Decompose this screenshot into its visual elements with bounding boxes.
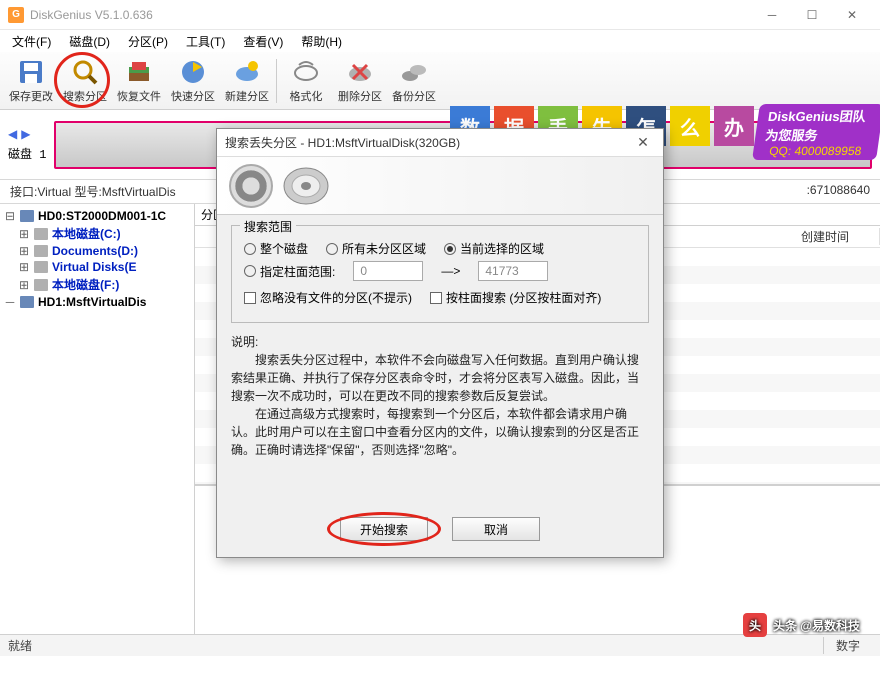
- new-partition-icon: [233, 58, 261, 86]
- toolbar-search-partition-button[interactable]: 搜索分区: [58, 54, 112, 108]
- app-icon: G: [8, 7, 24, 23]
- radio-current-selection[interactable]: 当前选择的区域: [444, 240, 544, 257]
- disk-nav: ◀ ▶: [8, 127, 30, 141]
- disk-platter-icon: [281, 164, 331, 208]
- close-button[interactable]: ✕: [832, 0, 872, 30]
- check-ignore-empty[interactable]: 忽略没有文件的分区(不提示): [244, 289, 412, 306]
- nav-prev-icon[interactable]: ◀: [8, 127, 17, 141]
- toolbar-save-button[interactable]: 保存更改: [4, 54, 58, 108]
- dialog-title: 搜索丢失分区 - HD1:MsftVirtualDisk(320GB): [225, 134, 631, 151]
- format-icon: [292, 58, 320, 86]
- drive-icon: [34, 228, 48, 240]
- banner-block: 办: [714, 106, 754, 146]
- gear-icon: [229, 164, 273, 208]
- nav-next-icon[interactable]: ▶: [21, 127, 30, 141]
- radio-whole-disk[interactable]: 整个磁盘: [244, 240, 308, 257]
- hdd-icon: [20, 210, 34, 222]
- drive-icon: [34, 279, 48, 291]
- menubar: 文件(F) 磁盘(D) 分区(P) 工具(T) 查看(V) 帮助(H): [0, 30, 880, 52]
- menu-partition[interactable]: 分区(P): [120, 31, 176, 52]
- disk-label: 磁盘 1: [8, 145, 46, 162]
- maximize-button[interactable]: ☐: [792, 0, 832, 30]
- start-search-button[interactable]: 开始搜索: [340, 517, 428, 541]
- recover-icon: [125, 58, 153, 86]
- window-title: DiskGenius V5.1.0.636: [30, 8, 752, 22]
- toolbar-backup-partition-button[interactable]: 备份分区: [387, 54, 441, 108]
- search-scope-group: 搜索范围 整个磁盘 所有未分区区域 当前选择的区域 指定柱面范围: —> 忽略没…: [231, 225, 649, 323]
- dialog-banner: [217, 157, 663, 215]
- disk-tree[interactable]: ⊟HD0:ST2000DM001-1C ⊞本地磁盘(C:) ⊞Documents…: [0, 204, 195, 634]
- search-lost-partition-dialog: 搜索丢失分区 - HD1:MsftVirtualDisk(320GB) ✕ 搜索…: [216, 128, 664, 558]
- menu-tools[interactable]: 工具(T): [178, 31, 233, 52]
- radio-unallocated[interactable]: 所有未分区区域: [326, 240, 426, 257]
- quick-partition-icon: [179, 58, 207, 86]
- cylinder-from-input[interactable]: [353, 261, 423, 281]
- toolbar: 保存更改 搜索分区 恢复文件 快速分区 新建分区 格式化 删除分区 备份分区 数…: [0, 52, 880, 110]
- magnifier-icon: [71, 58, 99, 86]
- toolbar-new-partition-button[interactable]: 新建分区: [220, 54, 274, 108]
- statusbar: 就绪 数字: [0, 634, 880, 656]
- cancel-button[interactable]: 取消: [452, 517, 540, 541]
- hdd-icon: [20, 296, 34, 308]
- toolbar-quick-partition-button[interactable]: 快速分区: [166, 54, 220, 108]
- cylinder-to-input[interactable]: [478, 261, 548, 281]
- toolbar-recover-files-button[interactable]: 恢复文件: [112, 54, 166, 108]
- dialog-close-button[interactable]: ✕: [631, 134, 655, 151]
- banner-block: 么: [670, 106, 710, 146]
- watermark-logo-icon: 头: [743, 613, 767, 637]
- save-icon: [17, 58, 45, 86]
- minimize-button[interactable]: ─: [752, 0, 792, 30]
- toolbar-delete-partition-button[interactable]: 删除分区: [333, 54, 387, 108]
- menu-help[interactable]: 帮助(H): [293, 31, 350, 52]
- backup-icon: [400, 58, 428, 86]
- delete-icon: [346, 58, 374, 86]
- dialog-description: 说明: 搜索丢失分区过程中，本软件不会向磁盘写入任何数据。直到用户确认搜索结果正…: [231, 333, 649, 459]
- menu-disk[interactable]: 磁盘(D): [61, 31, 118, 52]
- drive-icon: [34, 245, 48, 257]
- watermark: 头 头条 @易数科技: [743, 613, 860, 637]
- menu-view[interactable]: 查看(V): [235, 31, 291, 52]
- radio-cylinder-range[interactable]: 指定柱面范围:: [244, 263, 335, 280]
- check-by-cylinder[interactable]: 按柱面搜索 (分区按柱面对齐): [430, 289, 601, 306]
- toolbar-format-button[interactable]: 格式化: [279, 54, 333, 108]
- menu-file[interactable]: 文件(F): [4, 31, 59, 52]
- drive-icon: [34, 261, 48, 273]
